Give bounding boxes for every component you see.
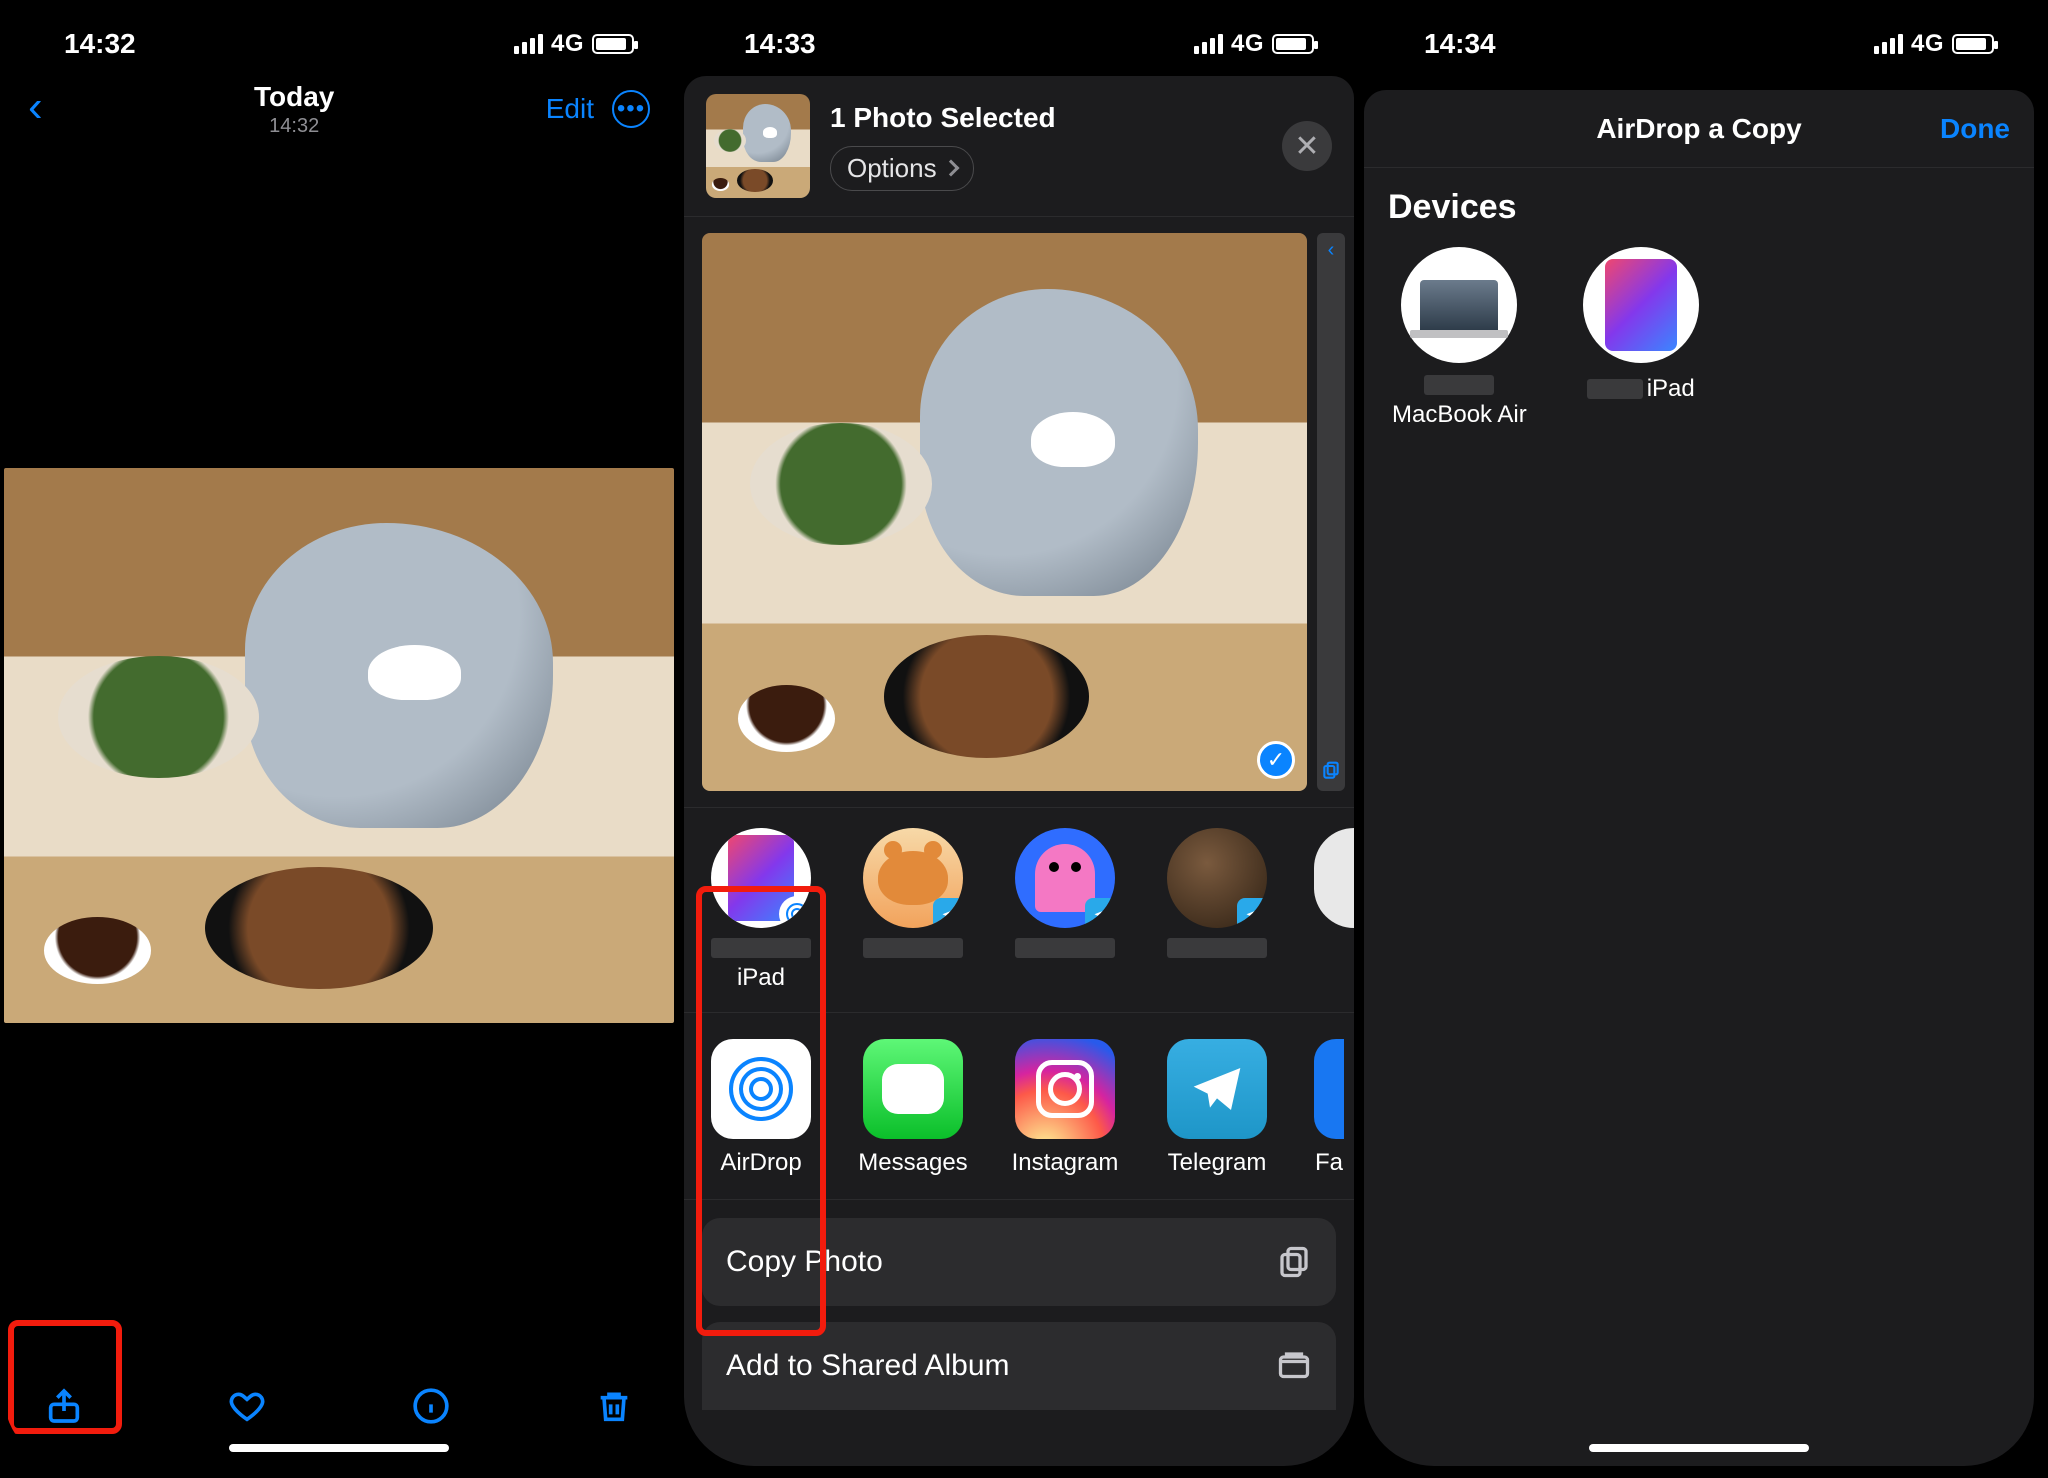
status-time: 14:33 <box>744 28 816 60</box>
telegram-icon <box>1167 1039 1267 1139</box>
battery-icon <box>1952 34 1994 54</box>
contact-telegram-3[interactable] <box>1162 828 1272 992</box>
redacted-name <box>1587 379 1643 399</box>
app-instagram[interactable]: Instagram <box>1010 1039 1120 1177</box>
action-copy-photo[interactable]: Copy Photo <box>702 1218 1336 1306</box>
app-label: Messages <box>858 1149 967 1177</box>
nav-subtitle-text: 14:32 <box>43 115 546 138</box>
redacted-name <box>863 938 963 958</box>
more-button[interactable]: ••• <box>612 90 650 128</box>
battery-icon <box>1272 34 1314 54</box>
signal-icon <box>1194 34 1223 54</box>
app-label: Fa <box>1315 1149 1343 1177</box>
instagram-icon <box>1015 1039 1115 1139</box>
airdrop-icon <box>711 1039 811 1139</box>
signal-icon <box>514 34 543 54</box>
network-type: 4G <box>1911 30 1944 58</box>
avatar <box>1167 828 1267 928</box>
status-bar: 14:34 4G <box>1364 4 2034 74</box>
contact-telegram-2[interactable] <box>1010 828 1120 992</box>
share-contacts-row: iPad <box>684 808 1354 1013</box>
telegram-badge-icon <box>933 898 963 928</box>
redacted-name <box>711 938 811 958</box>
facebook-icon <box>1314 1039 1344 1139</box>
app-airdrop[interactable]: AirDrop <box>706 1039 816 1177</box>
share-sheet: 1 Photo Selected Options ✕ ✓ ‹ <box>684 76 1354 1466</box>
status-time: 14:32 <box>64 28 136 60</box>
device-ipad[interactable]: iPad <box>1583 247 1699 429</box>
nav-bar: ‹ Today 14:32 Edit ••• <box>4 74 674 144</box>
ipad-icon <box>1583 247 1699 363</box>
status-bar: 14:32 4G <box>4 4 674 74</box>
contact-ipad[interactable]: iPad <box>706 828 816 992</box>
messages-icon <box>863 1039 963 1139</box>
airdrop-sheet: AirDrop a Copy Done Devices MacBook Air … <box>1364 90 2034 1466</box>
avatar <box>1314 828 1354 928</box>
album-icon <box>1276 1348 1312 1384</box>
avatar <box>863 828 963 928</box>
redacted-name <box>1015 938 1115 958</box>
network-type: 4G <box>1231 30 1264 58</box>
battery-icon <box>592 34 634 54</box>
nav-title: Today 14:32 <box>43 81 546 138</box>
status-time: 14:34 <box>1424 28 1496 60</box>
home-indicator[interactable] <box>1589 1444 1809 1452</box>
network-type: 4G <box>551 30 584 58</box>
contact-label: iPad <box>737 964 785 992</box>
delete-button[interactable] <box>590 1382 638 1430</box>
close-button[interactable]: ✕ <box>1282 121 1332 171</box>
edit-button[interactable]: Edit <box>546 93 594 125</box>
app-facebook[interactable]: Fa <box>1314 1039 1344 1177</box>
sheet-title: AirDrop a Copy <box>1596 113 1801 145</box>
redacted-name <box>1424 375 1494 395</box>
screen-photos-viewer: 14:32 4G ‹ Today 14:32 Edit ••• <box>4 4 674 1466</box>
app-label: Instagram <box>1012 1149 1119 1177</box>
action-label: Copy Photo <box>726 1245 883 1279</box>
telegram-badge-icon <box>1085 898 1115 928</box>
copy-icon <box>1276 1244 1312 1280</box>
back-button[interactable]: ‹ <box>28 82 43 132</box>
selected-thumbnail[interactable] <box>706 94 810 198</box>
avatar <box>1015 828 1115 928</box>
share-apps-row: AirDrop Messages Instagram Telegram Fa <box>684 1013 1354 1200</box>
redacted-name <box>1167 938 1267 958</box>
chevron-right-icon <box>942 160 959 177</box>
done-button[interactable]: Done <box>1940 113 2010 145</box>
app-messages[interactable]: Messages <box>858 1039 968 1177</box>
contact-telegram-1[interactable] <box>858 828 968 992</box>
selection-title: 1 Photo Selected <box>830 102 1262 134</box>
action-add-shared-album[interactable]: Add to Shared Album <box>702 1322 1336 1410</box>
selected-check-icon: ✓ <box>1257 741 1295 779</box>
device-label: iPad <box>1647 375 1695 403</box>
app-telegram[interactable]: Telegram <box>1162 1039 1272 1177</box>
photo-preview[interactable] <box>4 468 674 1023</box>
screen-airdrop-devices: 14:34 4G AirDrop a Copy Done Devices Mac… <box>1364 4 2034 1466</box>
options-label: Options <box>847 153 937 184</box>
telegram-badge-icon <box>1237 898 1267 928</box>
photo-large-preview[interactable]: ✓ <box>702 233 1307 791</box>
status-bar: 14:33 4G <box>684 4 1354 74</box>
info-button[interactable] <box>407 1382 455 1430</box>
options-button[interactable]: Options <box>830 146 974 191</box>
signal-icon <box>1874 34 1903 54</box>
share-button[interactable] <box>40 1382 88 1430</box>
next-photo-sliver[interactable]: ‹ <box>1317 233 1345 791</box>
device-macbook-air[interactable]: MacBook Air <box>1392 247 1527 429</box>
device-label: MacBook Air <box>1392 401 1527 429</box>
app-label: AirDrop <box>720 1149 801 1177</box>
nav-title-text: Today <box>43 81 546 113</box>
ipad-avatar <box>711 828 811 928</box>
airdrop-badge-icon <box>779 896 811 928</box>
section-devices: Devices <box>1364 168 2034 247</box>
favorite-button[interactable] <box>223 1382 271 1430</box>
macbook-icon <box>1401 247 1517 363</box>
contact-more[interactable] <box>1314 828 1354 992</box>
home-indicator[interactable] <box>229 1444 449 1452</box>
action-label: Add to Shared Album <box>726 1349 1010 1383</box>
app-label: Telegram <box>1168 1149 1267 1177</box>
screen-share-sheet: 14:33 4G 1 Photo Selected Options <box>684 4 1354 1466</box>
